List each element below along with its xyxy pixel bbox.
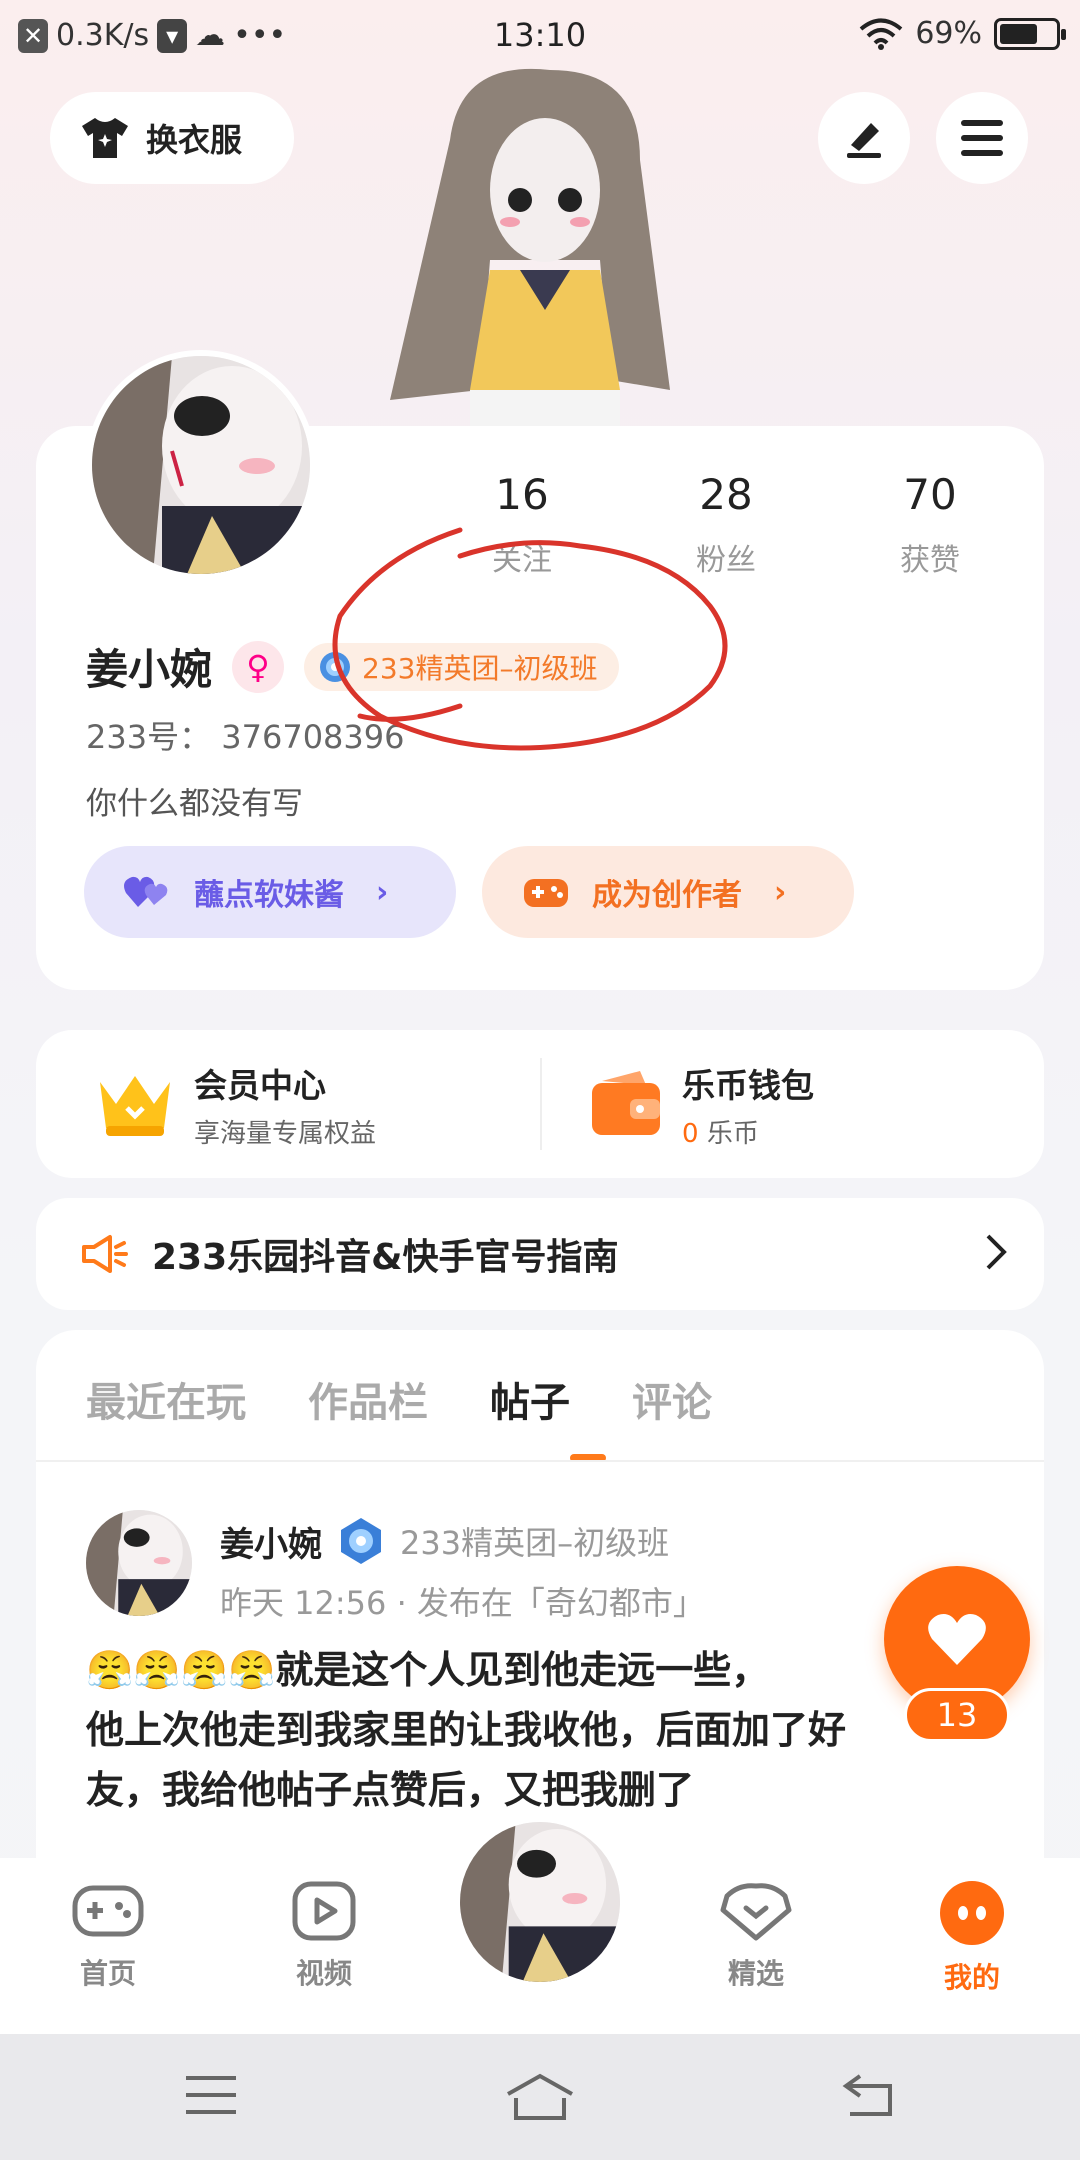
stat-following[interactable]: 16 关注 (420, 470, 624, 579)
avatar-image (86, 1510, 192, 1616)
followers-label: 粉丝 (696, 543, 756, 578)
avatar-character[interactable] (380, 60, 710, 430)
nav-home[interactable]: 首页 (48, 1880, 168, 1992)
tshirt-icon (82, 118, 128, 158)
soft-sister-label: 蘸点软妹酱 (194, 878, 344, 913)
battery-percent: 69% (915, 16, 982, 51)
followers-count: 28 (699, 470, 753, 519)
following-count: 16 (495, 470, 549, 519)
stat-likes[interactable]: 70 获赞 (828, 470, 1032, 579)
play-icon (292, 1881, 356, 1941)
post-line: 他上次他走到我家里的让我收他，后面加了好 (86, 1708, 847, 1752)
nav-home-label: 首页 (79, 1957, 136, 1990)
likes-count: 70 (903, 470, 957, 519)
member-center-subtitle: 享海量专属权益 (194, 1118, 377, 1149)
home-icon[interactable] (504, 2072, 576, 2122)
announcement-banner[interactable]: 233乐园抖音&快手官号指南 (36, 1198, 1044, 1310)
menu-icon (961, 120, 1003, 156)
change-outfit-label: 换衣服 (146, 121, 243, 159)
stat-followers[interactable]: 28 粉丝 (624, 470, 828, 579)
nav-featured[interactable]: 精选 (696, 1880, 816, 1992)
menu-button[interactable] (936, 92, 1028, 184)
profile-avatar[interactable] (86, 350, 316, 580)
gamepad-icon (72, 1885, 144, 1937)
avatar-image (460, 1822, 620, 1982)
soft-sister-button[interactable]: 蘸点软妹酱 › (84, 846, 456, 938)
tab-posts[interactable]: 帖子 (490, 1370, 570, 1428)
tab-recently-played[interactable]: 最近在玩 (86, 1370, 246, 1428)
profile-bio[interactable]: 你什么都没有写 (86, 778, 303, 823)
battery-icon (994, 17, 1066, 50)
post-author-avatar[interactable] (86, 1510, 192, 1616)
nav-featured-label: 精选 (727, 1957, 784, 1990)
post-time: 昨天 12:56 (220, 1584, 387, 1622)
crown-icon (100, 1076, 170, 1136)
wallet-unit: 乐币 (706, 1118, 759, 1149)
feed-tabs: 最近在玩 作品栏 帖子 评论 (86, 1370, 774, 1428)
divider (540, 1058, 542, 1150)
nav-avatar-center[interactable] (452, 1814, 628, 1990)
vip-card: 会员中心 享海量专属权益 乐币钱包 0 乐币 (36, 1030, 1044, 1178)
post-author-badge: 233精英团–初级班 (400, 1524, 670, 1562)
wallet-icon (592, 1071, 660, 1135)
member-center-title: 会员中心 (194, 1065, 326, 1105)
recent-apps-icon[interactable] (184, 2072, 238, 2118)
hearts-icon (124, 876, 168, 907)
member-center[interactable]: 会员中心 享海量专属权益 (94, 1030, 376, 1178)
female-icon: ♀ (232, 640, 285, 693)
face-icon (940, 1881, 1004, 1945)
become-creator-button[interactable]: 成为创作者 › (482, 846, 854, 938)
wifi-icon (860, 18, 903, 50)
wallet-balance: 0 乐币 (682, 1113, 814, 1150)
heart-icon (928, 1614, 986, 1665)
post-meta: 昨天 12:56 · 发布在「奇幻都市」 (220, 1578, 705, 1624)
nav-me-label: 我的 (943, 1961, 1000, 1994)
title-badge-label: 233精英团–初级班 (362, 651, 598, 685)
wallet-amount: 0 (682, 1118, 699, 1149)
change-outfit-button[interactable]: 换衣服 (50, 92, 294, 184)
edit-button[interactable] (818, 92, 910, 184)
profile-stats: 16 关注 28 粉丝 70 获赞 (420, 470, 1040, 579)
post-header: 姜小婉 233精英团–初级班 (220, 1516, 669, 1566)
post-line: 友，我给他帖子点赞后，又把我删了 (86, 1768, 695, 1812)
tab-works[interactable]: 作品栏 (308, 1370, 428, 1428)
pen-icon (847, 123, 881, 158)
divider (36, 1460, 1044, 1462)
nav-me[interactable]: 我的 (912, 1880, 1032, 1996)
back-icon[interactable] (840, 2072, 896, 2118)
title-badge[interactable]: 233精英团–初级班 (304, 642, 620, 691)
like-count: 13 (904, 1688, 1010, 1742)
post-line: 😤😤😤😤就是这个人见到他走远一些， (86, 1648, 770, 1692)
megaphone-icon (82, 1235, 128, 1273)
battery-level (1000, 23, 1038, 44)
nav-video-label: 视频 (295, 1957, 352, 1990)
profile-name: 姜小婉 (86, 645, 213, 694)
medal-icon (341, 1518, 381, 1564)
heart-badge-icon (720, 1883, 792, 1941)
user-id[interactable]: 233号： 376708396 (86, 712, 405, 758)
post-location[interactable]: · 发布在「奇幻都市」 (397, 1584, 705, 1622)
post-body[interactable]: 😤😤😤😤就是这个人见到他走远一些， 他上次他走到我家里的让我收他，后面加了好 友… (86, 1640, 986, 1820)
chevron-right-icon (986, 1234, 1007, 1270)
following-label: 关注 (492, 543, 552, 578)
bottom-nav: 首页 视频 精选 我的 (0, 1814, 1080, 2034)
become-creator-label: 成为创作者 (592, 878, 742, 913)
name-row: 姜小婉 ♀ 233精英团–初级班 (86, 636, 620, 697)
status-right: 69% (859, 16, 1066, 51)
chevron-right-icon: › (774, 874, 787, 910)
tab-comments[interactable]: 评论 (632, 1370, 712, 1428)
post-author-name[interactable]: 姜小婉 (220, 1517, 322, 1566)
wallet-title: 乐币钱包 (682, 1065, 814, 1105)
likes-label: 获赞 (900, 543, 960, 578)
system-nav-bar (0, 2034, 1080, 2160)
wallet[interactable]: 乐币钱包 0 乐币 (588, 1030, 814, 1178)
gamepad-plus-icon (524, 879, 568, 907)
medal-icon (320, 651, 351, 682)
announcement-text: 233乐园抖音&快手官号指南 (152, 1237, 619, 1278)
chevron-right-icon: › (376, 874, 389, 910)
nav-video[interactable]: 视频 (264, 1880, 384, 1992)
character-figure (390, 68, 670, 430)
